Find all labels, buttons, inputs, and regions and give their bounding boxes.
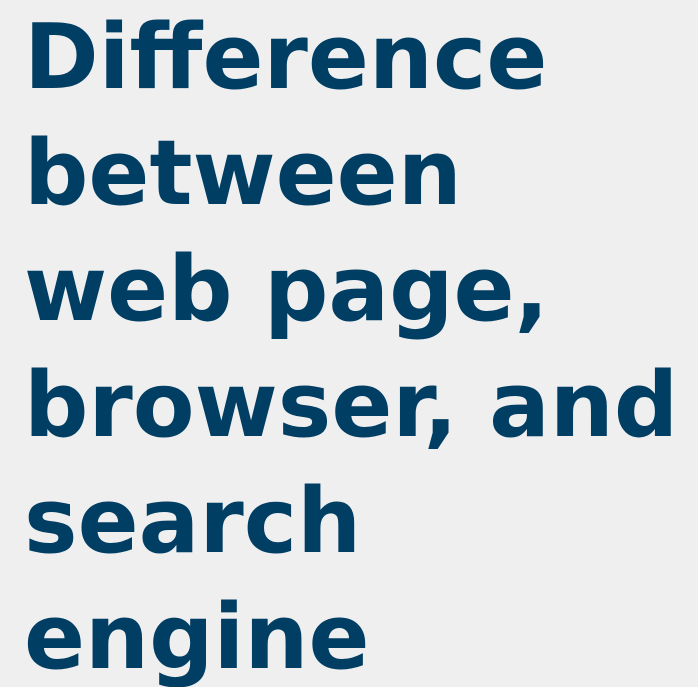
title-line: between	[24, 121, 462, 226]
page-title: Difference between web page, browser, an…	[24, 0, 678, 687]
title-line: engine	[24, 585, 370, 687]
title-line: search	[24, 469, 362, 574]
title-line: web page,	[24, 237, 549, 342]
slide: Difference between web page, browser, an…	[0, 0, 698, 687]
title-line: browser, and	[24, 353, 679, 458]
title-line: Difference	[24, 5, 548, 110]
